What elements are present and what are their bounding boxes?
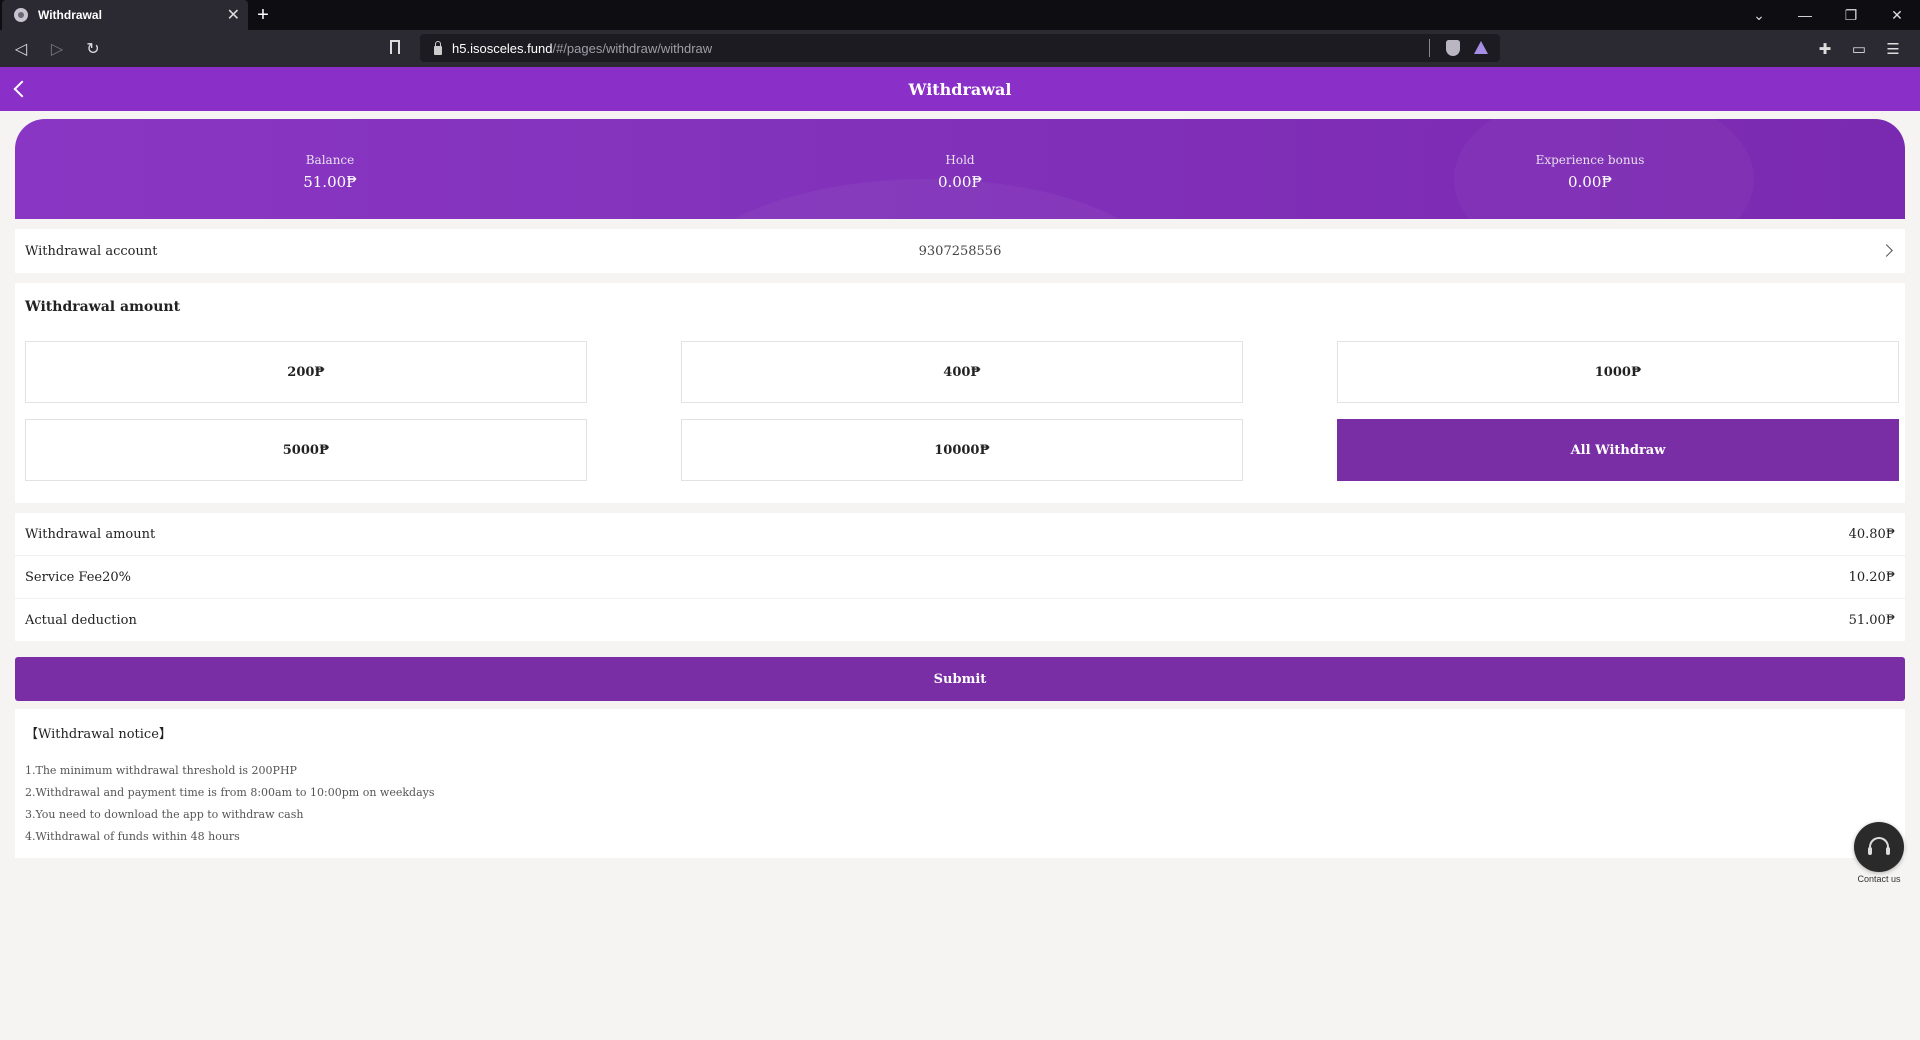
notice-item: 2.Withdrawal and payment time is from 8:…: [25, 786, 435, 799]
balance-stat: Balance 51.00₱: [15, 147, 645, 191]
new-tab-button[interactable]: +: [248, 0, 278, 30]
toolbar-right: ✚ ▭ ☰: [1808, 30, 1910, 67]
app-header: Withdrawal: [0, 67, 1920, 111]
withdrawal-account-row[interactable]: Withdrawal account 9307258556: [15, 229, 1905, 273]
amount-option-200[interactable]: 200₱: [25, 341, 587, 403]
notice-item: 1.The minimum withdrawal threshold is 20…: [25, 764, 297, 777]
summary-value: 10.20₱: [1848, 569, 1895, 585]
balance-card: Balance 51.00₱ Hold 0.00₱ Experience bon…: [15, 119, 1905, 219]
summary-value: 40.80₱: [1848, 526, 1895, 542]
page-title: Withdrawal: [908, 79, 1012, 99]
stat-value: 0.00₱: [938, 173, 982, 191]
page-content: Balance 51.00₱ Hold 0.00₱ Experience bon…: [0, 119, 1920, 858]
rewards-triangle-icon[interactable]: [1474, 41, 1488, 54]
withdrawal-amount-section: Withdrawal amount 200₱ 400₱ 1000₱ 5000₱ …: [15, 283, 1905, 503]
back-chevron-icon[interactable]: [13, 80, 31, 98]
summary-row: Withdrawal amount 40.80₱: [15, 513, 1905, 556]
summary-value: 51.00₱: [1848, 612, 1895, 628]
contact-label: Contact us: [1857, 874, 1901, 884]
browser-tab[interactable]: Withdrawal ✕: [2, 0, 248, 30]
notice-item: 3.You need to download the app to withdr…: [25, 808, 304, 821]
notice-title: 【Withdrawal notice】: [25, 727, 172, 742]
stat-label: Balance: [305, 153, 355, 167]
summary-label: Withdrawal amount: [25, 526, 156, 542]
summary-label: Actual deduction: [25, 612, 137, 628]
address-bar[interactable]: h5.isosceles.fund /#/pages/withdraw/with…: [420, 34, 1500, 62]
account-value: 9307258556: [918, 243, 1002, 259]
summary-row: Actual deduction 51.00₱: [15, 599, 1905, 641]
stat-label: Hold: [945, 153, 975, 167]
window-close-icon[interactable]: ✕: [1874, 0, 1920, 30]
stat-value: 0.00₱: [1568, 173, 1612, 191]
forward-icon[interactable]: ▷: [42, 34, 72, 64]
tab-title: Withdrawal: [38, 8, 102, 22]
withdrawal-notice: 【Withdrawal notice】 1.The minimum withdr…: [15, 709, 1905, 858]
chevron-right-icon: [1880, 244, 1893, 257]
window-controls: ⌄ — ❐ ✕: [1736, 0, 1920, 30]
summary-label: Service Fee20%: [25, 569, 132, 585]
back-icon[interactable]: ◁: [6, 34, 36, 64]
stat-value: 51.00₱: [303, 173, 357, 191]
minimize-icon[interactable]: —: [1782, 0, 1828, 30]
restore-icon[interactable]: ❐: [1828, 0, 1874, 30]
notice-item: 4.Withdrawal of funds within 48 hours: [25, 830, 240, 843]
url-host: h5.isosceles.fund: [452, 40, 553, 56]
section-title: Withdrawal amount: [25, 299, 181, 315]
stat-label: Experience bonus: [1535, 153, 1645, 167]
amount-option-1000[interactable]: 1000₱: [1337, 341, 1899, 403]
url-path: /#/pages/withdraw/withdraw: [552, 40, 713, 56]
amount-option-5000[interactable]: 5000₱: [25, 419, 587, 481]
hold-stat: Hold 0.00₱: [645, 147, 1275, 191]
wallet-icon[interactable]: ▭: [1842, 40, 1876, 58]
amount-option-10000[interactable]: 10000₱: [681, 419, 1243, 481]
amount-options: 200₱ 400₱ 1000₱ 5000₱ 10000₱ All Withdra…: [25, 341, 1899, 481]
site-favicon-icon: [14, 8, 28, 22]
brave-shield-icon[interactable]: [1446, 40, 1460, 56]
tab-list-icon[interactable]: ⌄: [1736, 0, 1782, 30]
tab-close-icon[interactable]: ✕: [227, 5, 240, 25]
summary-row: Service Fee20% 10.20₱: [15, 556, 1905, 599]
contact-us-button[interactable]: Contact us: [1852, 822, 1906, 884]
menu-icon[interactable]: ☰: [1876, 40, 1910, 58]
extensions-icon[interactable]: ✚: [1808, 40, 1842, 58]
headset-icon: [1868, 837, 1890, 855]
withdrawal-summary: Withdrawal amount 40.80₱ Service Fee20% …: [15, 513, 1905, 641]
amount-option-400[interactable]: 400₱: [681, 341, 1243, 403]
urlbar-divider: [1429, 39, 1430, 57]
bookmark-icon[interactable]: [390, 40, 400, 54]
amount-option-all-withdraw[interactable]: All Withdraw: [1337, 419, 1899, 481]
browser-tab-strip: Withdrawal ✕ + ⌄ — ❐ ✕: [0, 0, 1920, 30]
browser-toolbar: ◁ ▷ ↻ h5.isosceles.fund /#/pages/withdra…: [0, 30, 1920, 67]
contact-circle[interactable]: [1854, 822, 1904, 872]
account-label: Withdrawal account: [25, 243, 158, 259]
lock-icon: [434, 40, 442, 55]
submit-button[interactable]: Submit: [15, 657, 1905, 701]
experience-bonus-stat: Experience bonus 0.00₱: [1275, 147, 1905, 191]
reload-icon[interactable]: ↻: [78, 34, 108, 64]
